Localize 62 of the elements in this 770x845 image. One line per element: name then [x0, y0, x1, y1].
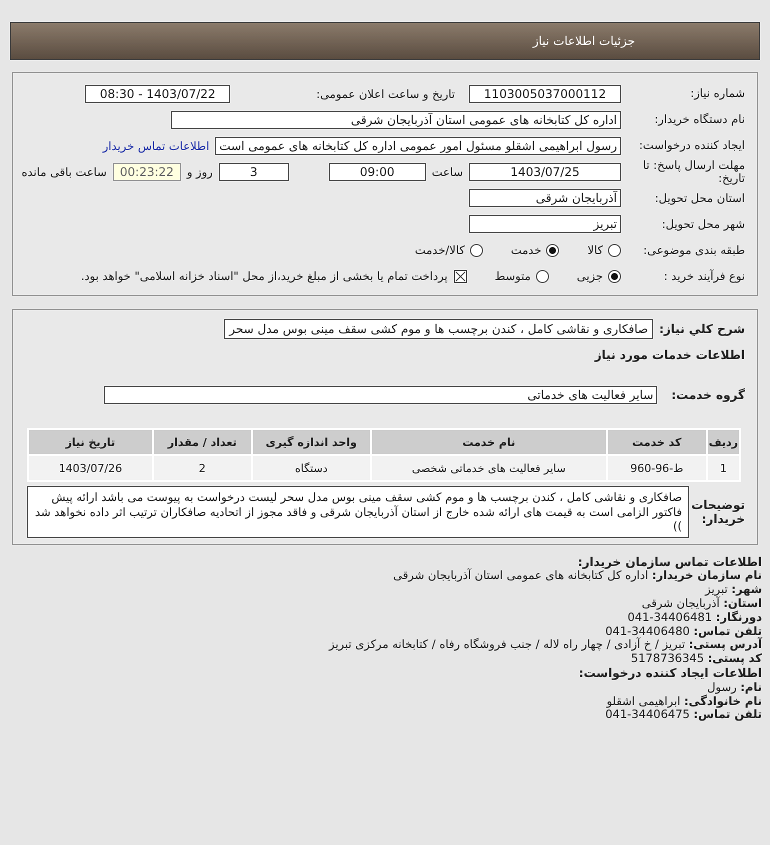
- column-header: ردیف: [708, 430, 739, 454]
- field-label: تاریخ و ساعت اعلان عمومی:: [316, 87, 455, 101]
- table-cell: 2: [154, 456, 251, 480]
- field-label: نوع فرآیند خرید :: [662, 270, 745, 284]
- field-label: طبقه بندی موضوعی:: [642, 244, 745, 258]
- field-label: نام دستگاه خریدار:: [653, 113, 745, 127]
- page-title: جزئیات اطلاعات نیاز: [532, 34, 635, 48]
- days-field: 3: [218, 163, 289, 182]
- field-label: شرح کلي نیاز:: [659, 322, 745, 336]
- radio-button[interactable]: [608, 270, 621, 283]
- deadline-time-field: 09:00: [328, 163, 426, 182]
- field-label: استان محل تحویل:: [654, 192, 745, 206]
- column-header: کد خدمت: [608, 430, 706, 454]
- deadline-date-field: 1403/07/25: [469, 163, 621, 182]
- table-cell: 1: [708, 456, 739, 480]
- radio-label: کالا/خدمت: [414, 243, 465, 258]
- radio-label: متوسط: [494, 269, 531, 284]
- checkbox[interactable]: [454, 270, 467, 283]
- radio-button[interactable]: [546, 244, 560, 257]
- radio-label: خدمت: [510, 243, 542, 258]
- radio-label: جزیی: [576, 269, 603, 284]
- description-field: صافکاری و نقاشی کامل ، کندن برچسب ها و موم کشی سقف مینی بوس مدل سحر: [224, 319, 654, 340]
- column-header: نام خدمت: [372, 430, 606, 454]
- buyer-notes-field: صافکاری و نقاشی کامل ، کندن برچسب ها و موم کشی سقف مینی بوس مدل سحر لیست درخواست به پیوست می باشد ارائه پیش فاکتور الزامی است به قیمت های ارائه شده خارج از استان آذربایجان شرقی و فاقد مجوز از اتحادیه صافکاران ترتیب اثر داده نخواهد شد )): [27, 486, 689, 538]
- radio-button[interactable]: [536, 270, 549, 283]
- field-label: شماره نیاز:: [689, 87, 745, 101]
- city-field: تبریز: [469, 215, 621, 234]
- field-label: روز و: [186, 165, 213, 180]
- column-header: تاریخ نیاز: [29, 430, 152, 454]
- requester-field: رسول ابراهیمی اشقلو مسئول امور عمومی اداره کل کتابخانه های عمومی است: [215, 137, 621, 155]
- table-cell: 1403/07/26: [29, 456, 152, 480]
- table-cell: دستگاه: [252, 456, 370, 480]
- contact-line: آدرس پستی: تبریز / خ آزادی / چهار راه لاله / جنب فروشگاه رفاه / کتابخانه مرکزی تبریز: [329, 637, 762, 652]
- buyer-contact-link[interactable]: اطلاعات تماس خریدار: [102, 139, 210, 153]
- column-header: تعداد / مقدار: [154, 430, 251, 454]
- field-label: ساعت باقی مانده: [22, 165, 107, 180]
- contact-line: نام خانوادگی: ابراهیمی اشقلو: [606, 694, 762, 708]
- radio-button[interactable]: [608, 244, 621, 257]
- field-label: ساعت: [432, 165, 463, 180]
- section-heading: اطلاعات تماس سازمان خریدار:: [578, 554, 762, 569]
- buyer-field: اداره کل کتابخانه های عمومی استان آذربایجان شرقی: [171, 111, 621, 129]
- table-cell: سایر فعالیت های خدماتی شخصی: [372, 456, 606, 480]
- radio-button[interactable]: [470, 244, 483, 257]
- radio-label: کالا: [587, 243, 603, 258]
- remaining-time-field: 00:23:22: [112, 163, 181, 182]
- section-heading: اطلاعات ایجاد کننده درخواست:: [578, 666, 762, 680]
- service-group-field: سایر فعالیت های خدماتی: [104, 386, 658, 404]
- contact-line: نام: رسول: [707, 680, 762, 694]
- announce-date-field: 1403/07/22 - 08:30: [85, 85, 230, 103]
- field-label: شهر محل تحویل:: [660, 218, 745, 232]
- field-label: مهلت ارسال پاسخ: تا تاریخ:: [642, 159, 745, 186]
- table-cell: ط-96-960: [608, 456, 706, 480]
- contact-line: استان: آذربایجان شرقی: [642, 596, 762, 610]
- field-label: گروه خدمت:: [671, 388, 745, 402]
- checkbox-label: پرداخت تمام یا بخشی از مبلغ خرید،از محل "اسناد خزانه اسلامی" خواهد بود.: [80, 269, 448, 284]
- column-header: واحد اندازه گیری: [252, 430, 370, 454]
- section-title: اطلاعات خدمات مورد نیاز: [594, 348, 745, 362]
- contact-line: نام سازمان خریدار: اداره کل کتابخانه های عمومی استان آذربایجان شرقی: [393, 568, 762, 582]
- contact-line: شهر: تبریز: [705, 582, 762, 596]
- province-field: آذربایجان شرقی: [469, 189, 621, 208]
- field-label: ایجاد کننده درخواست:: [638, 139, 745, 153]
- need-number-field: 1103005037000112: [469, 85, 621, 103]
